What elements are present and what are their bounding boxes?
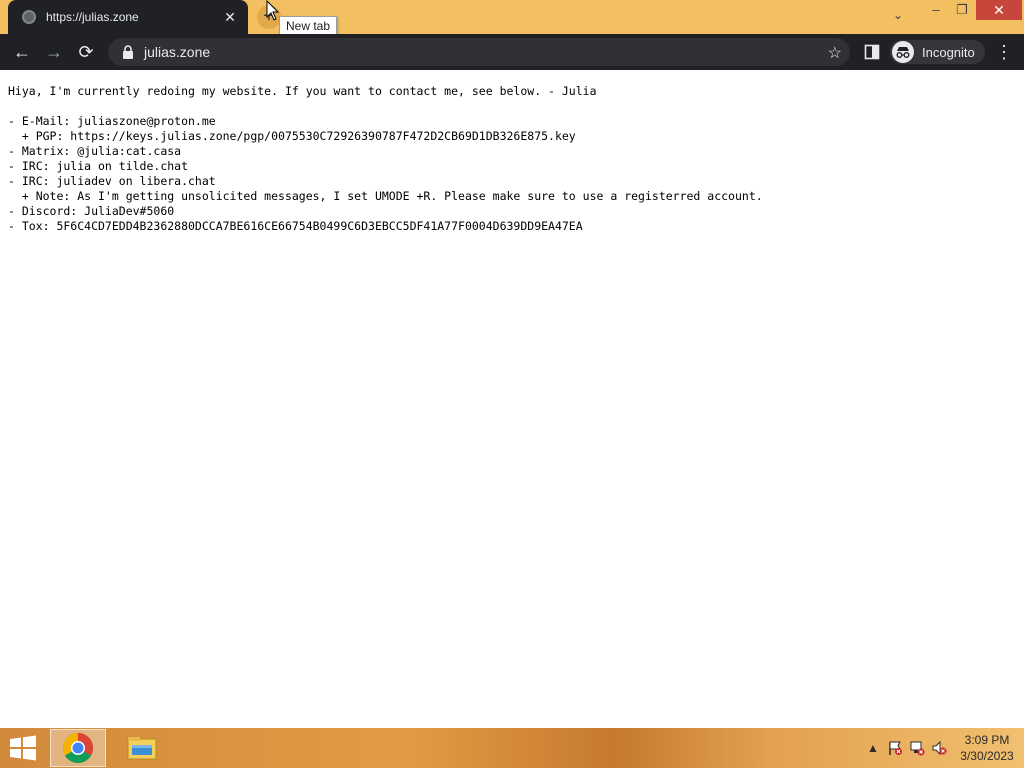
page-text-line: Hiya, I'm currently redoing my website. …	[8, 84, 597, 98]
taskbar: ▲ 3:09 PM 3/30/2023	[0, 728, 1024, 768]
bookmark-star-icon[interactable]: ☆	[828, 43, 842, 63]
tab-search-chevron-icon[interactable]: ⌄	[888, 8, 908, 26]
globe-icon	[22, 10, 36, 24]
tab-julias-zone[interactable]: https://julias.zone ✕	[8, 0, 248, 34]
tab-close-icon[interactable]: ✕	[222, 9, 238, 25]
window-restore-button[interactable]: ❐	[947, 0, 977, 20]
network-icon[interactable]	[906, 728, 928, 768]
page-text-line: - IRC: juliadev on libera.chat	[8, 174, 216, 188]
address-bar[interactable]: julias.zone ☆	[108, 38, 850, 66]
taskbar-file-explorer-button[interactable]	[114, 729, 170, 767]
tab-strip: https://julias.zone ✕ + New tab ⌄ – ❐ ✕	[0, 0, 1024, 36]
side-panel-icon	[864, 44, 880, 60]
folder-icon	[127, 737, 157, 760]
volume-muted-icon[interactable]	[928, 728, 950, 768]
mouse-cursor-icon	[266, 0, 280, 21]
page-text-line: - Matrix: @julia:cat.casa	[8, 144, 182, 158]
page-text-line: - E-Mail: juliaszone@proton.me	[8, 114, 216, 128]
page-text-line: - Discord: JuliaDev#5060	[8, 204, 175, 218]
chrome-icon	[62, 733, 94, 764]
new-tab-tooltip: New tab	[279, 16, 338, 36]
side-panel-button[interactable]	[858, 38, 886, 66]
page-viewport: Hiya, I'm currently redoing my website. …	[0, 70, 1024, 728]
page-text: Hiya, I'm currently redoing my website. …	[8, 84, 1016, 234]
windows-start-button[interactable]	[8, 734, 38, 762]
action-center-flag-icon[interactable]	[884, 728, 906, 768]
page-text-line: - Tox: 5F6C4CD7EDD4B2362880DCCA7BE616CE6…	[8, 219, 583, 233]
forward-button[interactable]: →	[40, 38, 68, 66]
system-tray: ▲ 3:09 PM 3/30/2023	[862, 728, 1024, 768]
taskbar-chrome-button[interactable]	[50, 729, 106, 767]
lock-icon[interactable]	[122, 45, 134, 59]
incognito-icon	[892, 41, 914, 63]
page-text-line: - IRC: julia on tilde.chat	[8, 159, 189, 173]
incognito-label: Incognito	[922, 44, 975, 60]
page-text-line: + Note: As I'm getting unsolicited messa…	[8, 189, 763, 203]
page-text-line	[8, 99, 1016, 114]
tab-title: https://julias.zone	[46, 10, 139, 24]
browser-toolbar: ← → ⟳ julias.zone ☆ Incognito ⋮	[0, 34, 1024, 70]
clock-time: 3:09 PM	[964, 733, 1010, 747]
taskbar-clock[interactable]: 3:09 PM 3/30/2023	[950, 732, 1024, 764]
reload-button[interactable]: ⟳	[72, 38, 100, 66]
url-text: julias.zone	[144, 44, 211, 60]
window-close-button[interactable]: ✕	[976, 0, 1022, 20]
page-text-line: + PGP: https://keys.julias.zone/pgp/0075…	[8, 129, 576, 143]
incognito-indicator[interactable]: Incognito	[890, 40, 985, 64]
browser-menu-button[interactable]: ⋮	[990, 38, 1018, 66]
clock-date: 3/30/2023	[960, 749, 1014, 763]
back-button[interactable]: ←	[8, 38, 36, 66]
tray-overflow-chevron-icon[interactable]: ▲	[862, 728, 884, 768]
